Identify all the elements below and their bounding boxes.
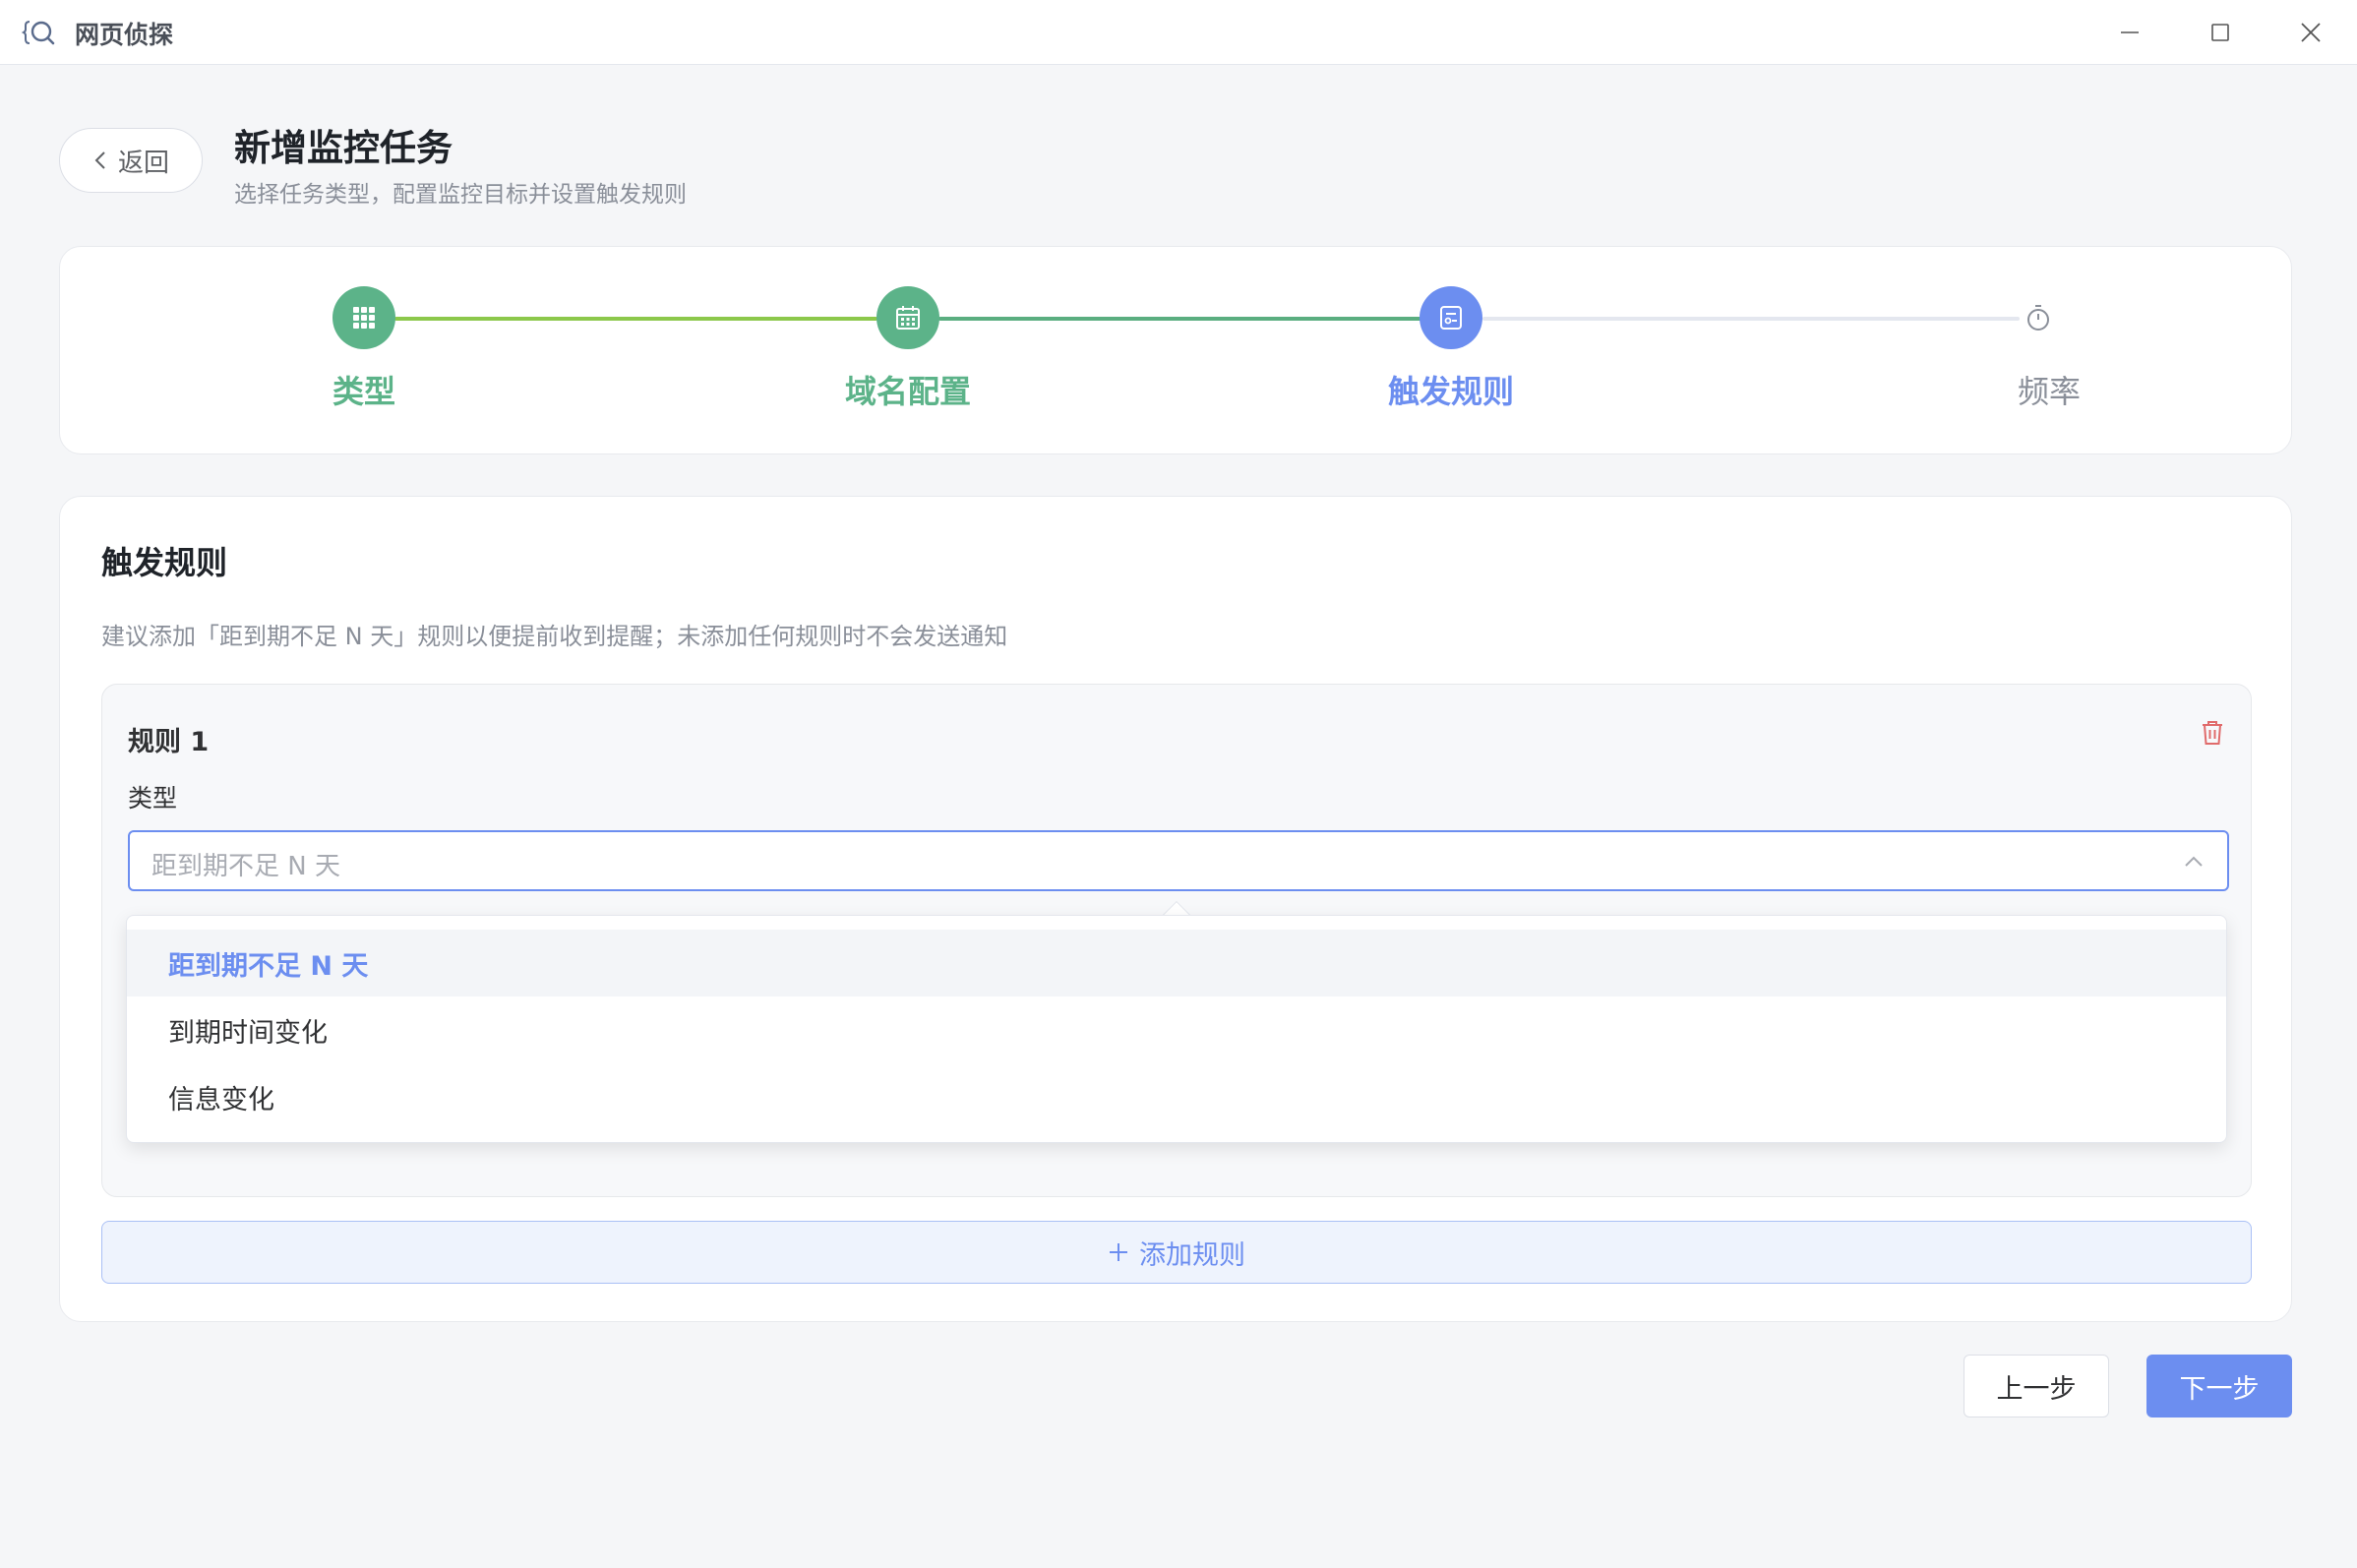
add-rule-button[interactable]: 添加规则 [101,1221,2252,1284]
rule-type-dropdown: 距到期不足 N 天 到期时间变化 信息变化 [126,915,2227,1143]
step-trigger-rules[interactable] [1420,286,1482,349]
close-window-button[interactable] [2288,10,2333,55]
minimize-button[interactable] [2107,10,2152,55]
add-rule-label: 添加规则 [1139,1239,1245,1271]
rules-icon [1440,306,1462,330]
step-connector [938,317,1421,321]
rule-type-select[interactable]: 距到期不足 N 天 [128,830,2229,891]
dropdown-option[interactable]: 到期时间变化 [127,996,2226,1063]
close-icon [2301,23,2321,42]
grid-icon [353,307,375,329]
maximize-icon [2211,24,2229,41]
calendar-icon [896,306,920,330]
trash-icon[interactable] [2198,718,2227,748]
section-hint: 建议添加「距到期不足 N 天」规则以便提前收到提醒；未添加任何规则时不会发送通知 [101,623,1008,650]
plus-icon [1110,1243,1127,1261]
step-label-frequency: 频率 [2017,373,2081,410]
step-domain-config[interactable] [876,286,939,349]
section-title: 触发规则 [101,544,228,581]
stopwatch-icon [2027,305,2049,331]
select-placeholder: 距到期不足 N 天 [151,852,340,881]
chevron-up-icon [2185,856,2203,867]
app-logo-icon [22,21,55,45]
back-button-label: 返回 [117,148,169,178]
maximize-button[interactable] [2198,10,2243,55]
step-frequency[interactable] [2021,300,2056,335]
next-step-button[interactable]: 下一步 [2146,1355,2292,1417]
step-connector [1482,317,2020,321]
app-title: 网页侦探 [75,21,174,49]
back-button[interactable]: 返回 [59,128,203,193]
step-connector [394,317,877,321]
page-title: 新增监控任务 [234,127,453,169]
dropdown-option[interactable]: 信息变化 [127,1063,2226,1130]
previous-step-button[interactable]: 上一步 [1964,1355,2109,1417]
step-label-trigger-rules: 触发规则 [1387,373,1514,410]
step-type[interactable] [332,286,395,349]
steps-card: 类型 域名配置 触发规则 频率 [59,246,2292,454]
step-label-domain-config: 域名配置 [844,373,971,410]
minimize-icon [2121,31,2139,33]
type-field-label: 类型 [128,784,178,813]
page-subtitle: 选择任务类型，配置监控目标并设置触发规则 [234,182,687,208]
dropdown-option[interactable]: 距到期不足 N 天 [127,930,2226,996]
title-bar: 网页侦探 [0,0,2357,65]
step-label-type: 类型 [332,373,395,410]
chevron-left-icon [94,151,105,169]
rule-title: 规则 1 [128,727,210,757]
